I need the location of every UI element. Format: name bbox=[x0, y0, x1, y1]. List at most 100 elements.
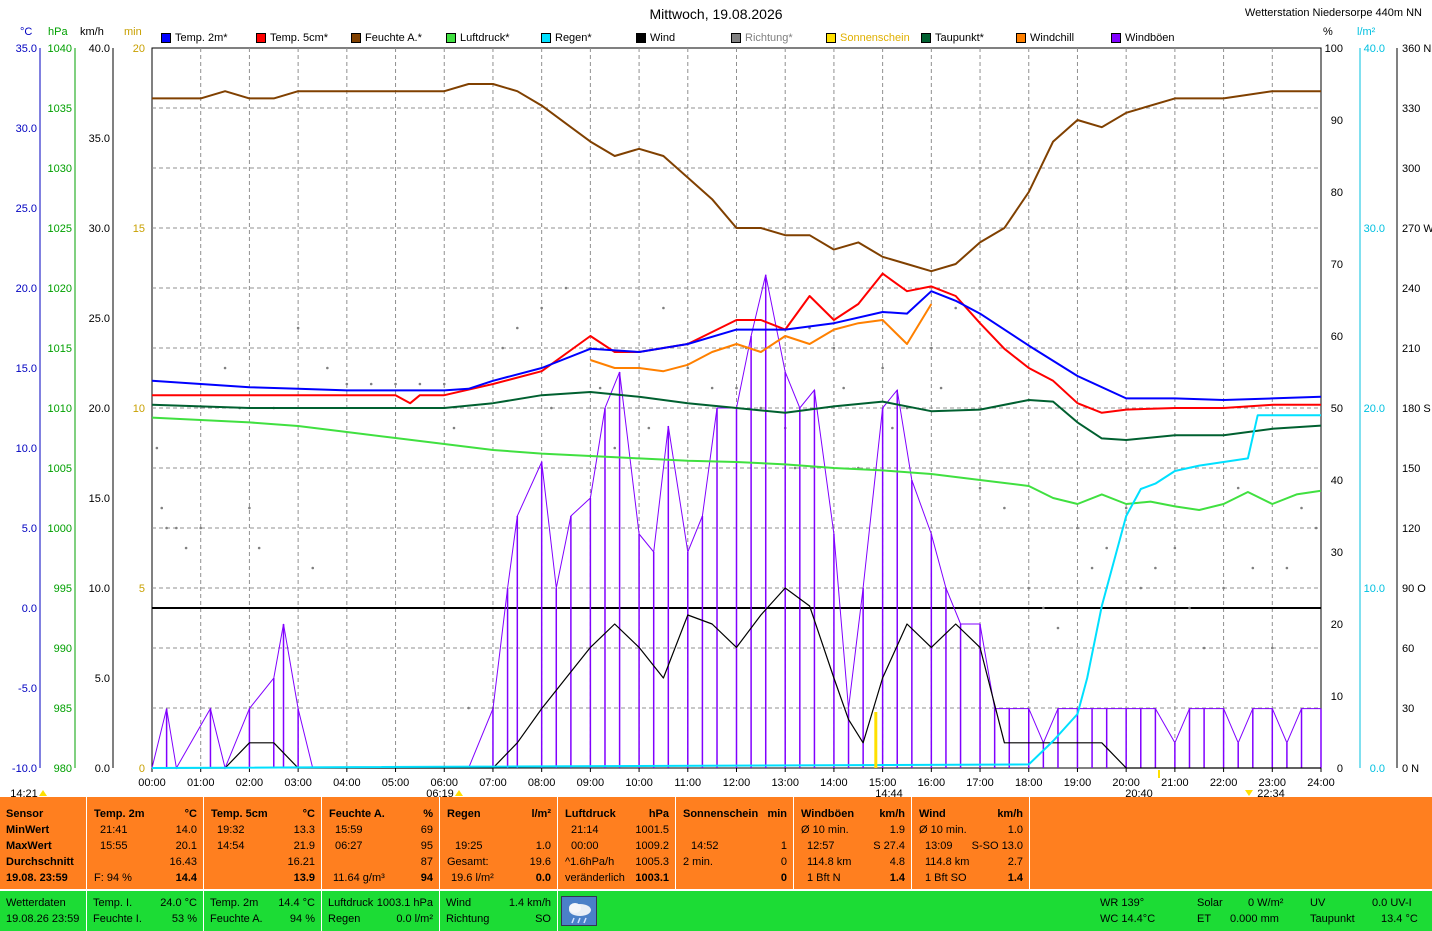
x-tick-label: 08:00 bbox=[528, 777, 556, 789]
stats-wind-cur: 1.4 bbox=[1007, 872, 1023, 884]
stats-temp5cm-max-time: 14:54 bbox=[217, 840, 245, 852]
stats-panel: Sensor MinWert MaxWert Durchschnitt 19.0… bbox=[0, 797, 1432, 889]
stats-wind-mean: 2.7 bbox=[1007, 856, 1023, 868]
x-tick-label: 01:00 bbox=[187, 777, 215, 789]
unit-pressure: hPa bbox=[48, 26, 68, 38]
current-luftdruck-label: Luftdruck bbox=[328, 897, 374, 909]
y-tick-label-temp_c: 30.0 bbox=[16, 123, 37, 135]
direction-point bbox=[647, 426, 651, 430]
current-wetterdaten-label: Wetterdaten bbox=[6, 897, 66, 909]
y-tick-label-humidity_pct: 50 bbox=[1331, 403, 1343, 415]
stats-windboen-unit: km/h bbox=[879, 808, 905, 820]
direction-point bbox=[1056, 626, 1060, 630]
stats-luftdruck-avg: 1005.3 bbox=[635, 856, 669, 868]
x-tick-label: 10:00 bbox=[625, 777, 653, 789]
stats-feuchte-extra: 11.64 g/m³ bbox=[333, 872, 385, 884]
legend-swatch bbox=[1111, 33, 1121, 43]
y-tick-label-sun_min: 10 bbox=[133, 403, 145, 415]
direction-point bbox=[598, 386, 602, 390]
y-tick-label-direction: 180 S bbox=[1402, 403, 1431, 415]
direction-point bbox=[326, 366, 329, 370]
stats-temp5cm-hdr: Temp. 5cm bbox=[211, 808, 268, 820]
direction-point bbox=[1300, 506, 1303, 510]
y-tick-label-humidity_pct: 60 bbox=[1331, 331, 1343, 343]
x-tick-label: 24:00 bbox=[1307, 777, 1335, 789]
direction-point bbox=[296, 326, 300, 330]
direction-point bbox=[881, 366, 884, 370]
stats-current-label: 19.08. 23:59 bbox=[6, 872, 68, 884]
x-tick-label: 02:00 bbox=[236, 777, 264, 789]
direction-point bbox=[1270, 646, 1274, 650]
stats-windboen-max-time: 12:57 bbox=[807, 840, 835, 852]
stats-feuchte-avg: 87 bbox=[420, 856, 433, 868]
stats-luftdruck-min-time: 21:14 bbox=[571, 824, 599, 836]
y-tick-label-wind_kmh: 15.0 bbox=[89, 493, 110, 505]
unit-sun: min bbox=[124, 26, 142, 38]
y-tick-label-temp_c: 15.0 bbox=[16, 363, 37, 375]
legend-swatch bbox=[446, 33, 456, 43]
stats-temp2m-col: Temp. 2m °C 21:41 14.0 15:55 20.1 16.43 … bbox=[87, 797, 204, 889]
y-tick-label-wind_kmh: 0.0 bbox=[95, 763, 110, 775]
y-tick-label-pressure_hpa: 1040 bbox=[48, 43, 72, 55]
current-solar: 0 W/m² bbox=[1248, 897, 1284, 909]
y-tick-label-wind_kmh: 20.0 bbox=[89, 403, 110, 415]
legend-swatch bbox=[1016, 33, 1026, 43]
weather-chart: 00:00 01:00 02:00 03:00 04:00 05:00 06:00 07:00… bbox=[10, 43, 1432, 800]
direction-point bbox=[501, 346, 505, 350]
y-tick-label-temp_c: 0.0 bbox=[22, 603, 37, 615]
stats-temp5cm-min-time: 19:32 bbox=[217, 824, 245, 836]
direction-point bbox=[175, 526, 178, 530]
direction-point bbox=[199, 526, 203, 530]
current-et: 0.000 mm bbox=[1230, 913, 1279, 925]
stats-wind-avg-label: Ø 10 min. bbox=[919, 824, 967, 836]
stats-luftdruck-max-time: 00:00 bbox=[571, 840, 599, 852]
legend-item: Taupunkt* bbox=[921, 30, 984, 46]
direction-point bbox=[1251, 566, 1255, 570]
direction-point bbox=[1188, 606, 1191, 610]
direction-point bbox=[165, 526, 168, 530]
direction-point bbox=[1285, 566, 1289, 570]
current-temp-i-label: Temp. I. bbox=[93, 897, 133, 909]
station-name: Wetterstation Niedersorpe 440m NN bbox=[1244, 7, 1422, 19]
stats-sonne-col: Sonnenschein min 14:52 1 2 min. 0 0 bbox=[676, 797, 794, 889]
current-outdoor-col: Temp. 2m 14.4 °C Feuchte A. 94 % bbox=[204, 891, 322, 931]
current-solar-label: Solar bbox=[1197, 897, 1223, 909]
legend-item: Windchill bbox=[1016, 30, 1074, 46]
y-tick-label-rain_lm2: 30.0 bbox=[1364, 223, 1385, 235]
x-tick-label: 04:00 bbox=[333, 777, 361, 789]
current-wind-label: Wind bbox=[446, 897, 472, 909]
current-pressure-col: Luftdruck 1003.1 hPa Regen 0.0 l/m² bbox=[322, 891, 440, 931]
direction-point bbox=[160, 506, 164, 510]
direction-point bbox=[311, 566, 315, 570]
direction-point bbox=[184, 546, 188, 550]
stats-windboen-col: Windböen km/h Ø 10 min. 1.9 12:57 S 27.4… bbox=[794, 797, 912, 889]
direction-point bbox=[954, 306, 957, 310]
y-tick-label-sun_min: 0 bbox=[139, 763, 145, 775]
unit-wind: km/h bbox=[80, 26, 104, 38]
direction-point bbox=[1105, 546, 1108, 550]
legend-swatch bbox=[921, 33, 931, 43]
legend-label: Temp. 5cm* bbox=[270, 32, 329, 44]
direction-point bbox=[248, 506, 251, 510]
direction-point bbox=[710, 386, 714, 390]
stats-wind-bft: 1 Bft SO bbox=[925, 872, 967, 884]
direction-point bbox=[930, 346, 933, 350]
stats-regen-unit: l/m² bbox=[531, 808, 551, 820]
current-wind-col: Wind 1.4 km/h Richtung SO bbox=[440, 891, 558, 931]
stats-luftdruck-hdr: Luftdruck bbox=[565, 808, 616, 820]
direction-point bbox=[467, 706, 470, 710]
stats-regen-max-time: 19:25 bbox=[455, 840, 483, 852]
y-tick-label-wind_kmh: 10.0 bbox=[89, 583, 110, 595]
stats-temp2m-cur: 14.4 bbox=[175, 872, 197, 884]
stats-wind-unit: km/h bbox=[997, 808, 1023, 820]
stats-wind-avg: 1.0 bbox=[1007, 824, 1023, 836]
direction-point bbox=[540, 306, 543, 310]
y-tick-label-temp_c: -5.0 bbox=[18, 683, 37, 695]
stats-wind-dist: 114.8 km bbox=[925, 856, 970, 868]
legend-label: Sonnenschein bbox=[840, 32, 910, 44]
legend-label: Luftdruck* bbox=[460, 32, 510, 44]
legend-label: Windböen bbox=[1125, 32, 1175, 44]
y-tick-label-pressure_hpa: 1030 bbox=[48, 163, 72, 175]
stats-feuchte-hdr: Feuchte A. bbox=[329, 808, 385, 820]
current-temp2m: 14.4 °C bbox=[278, 897, 315, 909]
